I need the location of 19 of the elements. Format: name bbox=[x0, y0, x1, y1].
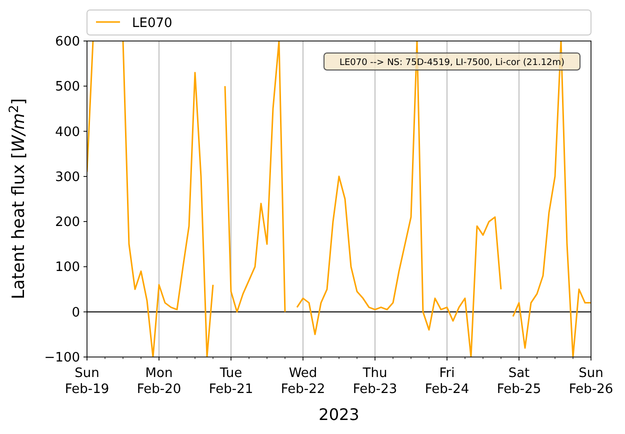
x-tick-label: Mon Feb-20 bbox=[136, 366, 182, 397]
x-tick-label: Wed Feb-22 bbox=[280, 366, 326, 397]
x-tick-label: Tue Feb-21 bbox=[208, 366, 254, 397]
x-tick-label: Sun Feb-26 bbox=[568, 366, 614, 397]
annotation-text: LE070 --> NS: 75D-4519, LI-7500, Li-cor (21.12m) bbox=[339, 58, 565, 68]
x-tick-label: Thu Feb-23 bbox=[352, 366, 398, 397]
y-tick-label: 200 bbox=[55, 215, 80, 230]
y-tick-label: −100 bbox=[44, 350, 80, 366]
x-tick-label: Fri Feb-24 bbox=[424, 366, 470, 397]
x-tick-label: Sat Feb-25 bbox=[496, 366, 542, 397]
y-tick-label: 400 bbox=[55, 124, 80, 140]
legend-label: LE070 bbox=[132, 16, 172, 31]
y-tick-label: 300 bbox=[55, 170, 80, 185]
x-axis-title: 2023 bbox=[318, 405, 360, 424]
y-tick-label: 100 bbox=[55, 260, 80, 276]
y-tick-label: 600 bbox=[55, 34, 80, 50]
y-tick-label: 500 bbox=[55, 80, 80, 95]
x-tick-label: Sun Feb-19 bbox=[64, 366, 110, 397]
y-tick-label: 0 bbox=[72, 305, 80, 320]
